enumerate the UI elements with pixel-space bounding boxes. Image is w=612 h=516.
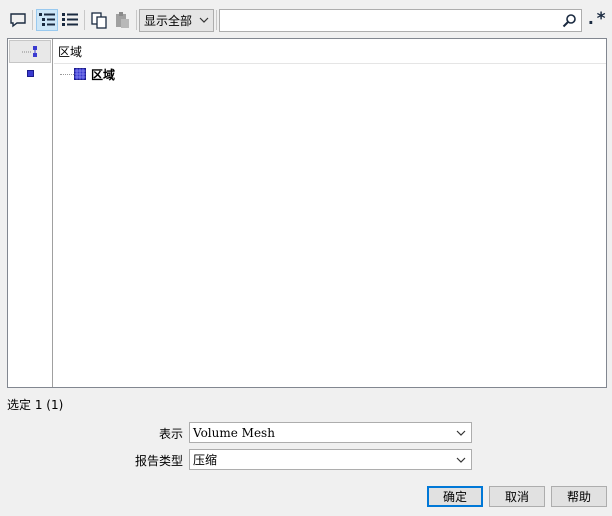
tree-item[interactable]: 区域 [54, 65, 606, 83]
report-type-select[interactable]: 压缩 [189, 449, 472, 470]
chevron-down-icon [456, 430, 466, 436]
representation-label: 表示 [158, 427, 183, 441]
representation-select[interactable]: Volume Mesh [189, 422, 472, 443]
tree-connector [60, 73, 74, 75]
tree-column-header: 区域 [54, 39, 606, 64]
tree-item-label: 区域 [91, 67, 116, 82]
report-type-value: 压缩 [193, 453, 218, 467]
help-button[interactable]: 帮助 [551, 486, 607, 507]
chevron-down-icon [199, 17, 209, 23]
tree-view-icon[interactable] [36, 9, 58, 31]
hierarchy-icon [22, 46, 37, 57]
ok-button[interactable]: 确定 [427, 486, 483, 507]
search-input[interactable] [224, 10, 554, 30]
chevron-down-icon [456, 457, 466, 463]
search-icon[interactable] [562, 13, 577, 28]
gutter-header[interactable] [9, 40, 51, 63]
selection-status: 选定 1 (1) [7, 398, 64, 412]
display-filter-select[interactable]: 显示全部 [139, 9, 214, 32]
toolbar: 显示全部 .* [0, 0, 612, 40]
copy-icon[interactable] [88, 9, 110, 31]
representation-value: Volume Mesh [193, 425, 275, 440]
tree-panel: 区域 区域 [7, 38, 607, 388]
list-view-icon[interactable] [59, 9, 81, 31]
selection-gutter [8, 39, 53, 387]
display-filter-value: 显示全部 [144, 14, 193, 28]
regex-toggle-button[interactable]: .* [585, 9, 607, 31]
region-icon [74, 68, 86, 80]
cancel-button[interactable]: 取消 [489, 486, 545, 507]
search-box [219, 9, 582, 32]
paste-icon[interactable] [111, 9, 133, 31]
comment-icon[interactable] [7, 9, 29, 31]
report-type-label: 报告类型 [134, 454, 183, 468]
row-selection-marker[interactable] [27, 70, 34, 77]
